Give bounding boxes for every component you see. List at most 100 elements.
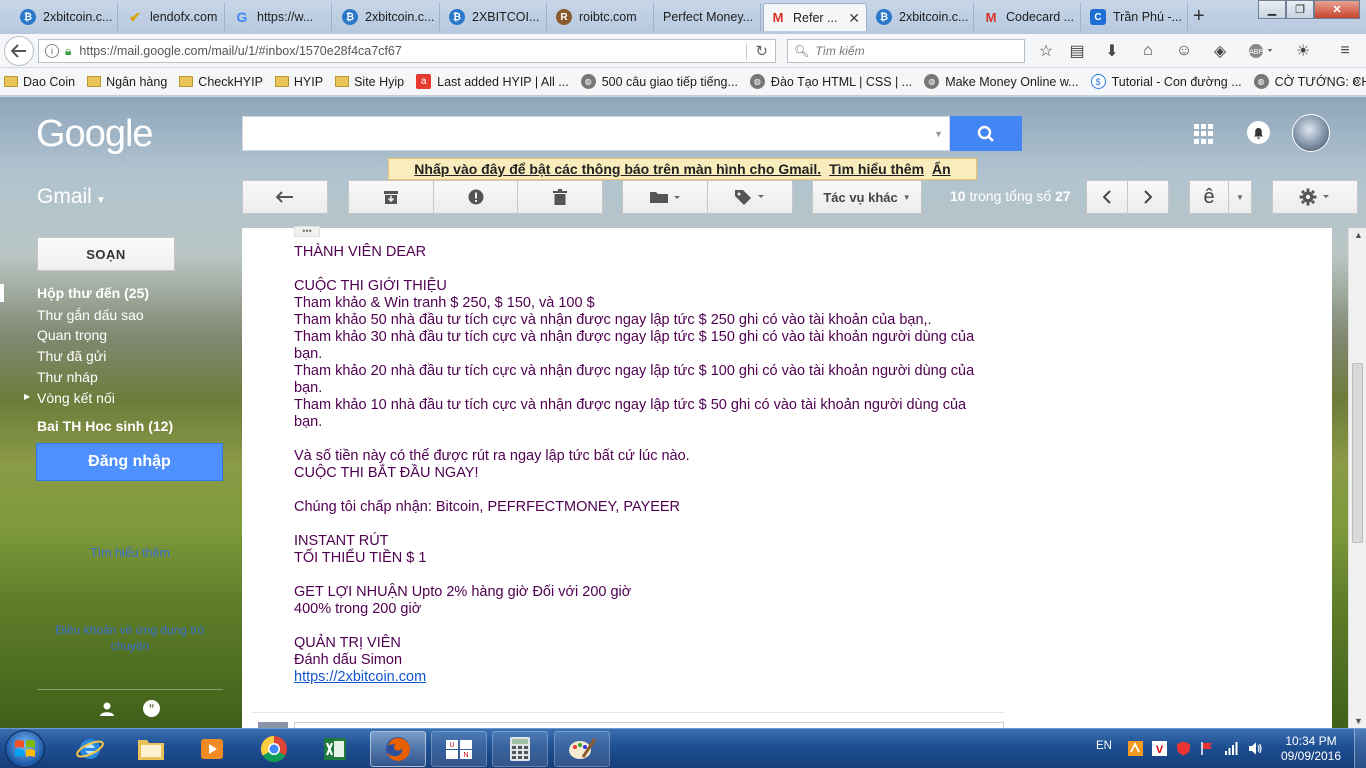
sidebar-item-important[interactable]: Quan trọng: [37, 327, 107, 343]
tray-app-icon[interactable]: [1128, 741, 1143, 756]
report-spam-button[interactable]: [433, 180, 518, 214]
more-actions-button[interactable]: Tác vụ khác ▼: [812, 180, 922, 214]
contacts-person-icon[interactable]: [99, 701, 115, 717]
site-link[interactable]: https://2xbitcoin.com: [294, 669, 426, 685]
bookmark-link[interactable]: ◍CỜ TƯỚNG: CHUYÊN ...: [1253, 74, 1366, 89]
account-avatar[interactable]: [1292, 114, 1330, 152]
google-logo[interactable]: Google: [36, 113, 154, 156]
chrome-task[interactable]: [246, 731, 302, 767]
chat-icon[interactable]: ☺: [1175, 42, 1193, 60]
back-to-inbox-button[interactable]: [242, 180, 328, 214]
browser-tab[interactable]: C Trần Phú -...: [1084, 3, 1188, 31]
apps-grid-icon[interactable]: [1194, 124, 1214, 144]
media-player-task[interactable]: [184, 731, 240, 767]
sidebar-item-drafts[interactable]: Thư nháp: [37, 369, 98, 385]
browser-tab[interactable]: R roibtc.com: [550, 3, 654, 31]
firefox-task[interactable]: [370, 731, 426, 767]
move-to-button[interactable]: [622, 180, 708, 214]
home-icon[interactable]: ⌂: [1139, 42, 1157, 60]
browser-tab[interactable]: Perfect Money...: [657, 3, 761, 31]
archive-button[interactable]: [348, 180, 434, 214]
browser-tab[interactable]: G https://w...: [228, 3, 332, 31]
settings-button[interactable]: [1272, 180, 1358, 214]
bookmark-folder[interactable]: Site Hyip: [335, 75, 404, 89]
excel-task[interactable]: [307, 731, 363, 767]
browser-tab[interactable]: ₿ 2XBITCOI...: [443, 3, 547, 31]
network-signal-icon[interactable]: [1224, 741, 1239, 756]
security-shield-icon[interactable]: [1176, 741, 1191, 756]
close-tab-icon[interactable]: ✕: [848, 10, 860, 27]
hangouts-icon[interactable]: ”: [143, 700, 160, 717]
internet-explorer-task[interactable]: [62, 731, 118, 767]
browser-tab[interactable]: ₿ 2xbitcoin.c...: [14, 3, 118, 31]
language-indicator[interactable]: EN: [1096, 740, 1112, 752]
browser-search-input[interactable]: 🔍︎ Tìm kiếm: [787, 39, 1025, 63]
search-options-caret-icon[interactable]: ▼: [934, 129, 943, 139]
sidebar-item-sent[interactable]: Thư đã gửi: [37, 348, 106, 364]
new-tab-button[interactable]: +: [1193, 5, 1205, 28]
paint-task[interactable]: [554, 731, 610, 767]
bookmark-link[interactable]: a Last added HYIP | All ...: [416, 74, 569, 89]
unikey-tray-icon[interactable]: V: [1152, 741, 1167, 756]
newer-button[interactable]: [1086, 180, 1128, 214]
labels-button[interactable]: [707, 180, 793, 214]
sidebar-item-starred[interactable]: Thư gắn dấu sao: [37, 307, 144, 323]
url-bar[interactable]: i 🔒︎ https://mail.google.com/mail/u/1/#i…: [38, 39, 776, 63]
close-window-button[interactable]: ✕: [1314, 0, 1360, 19]
expand-arrow-icon[interactable]: ▶: [24, 392, 30, 401]
bookmark-folder[interactable]: Dao Coin: [4, 75, 75, 89]
input-tools-button[interactable]: ê: [1189, 180, 1229, 214]
enable-notifications-link[interactable]: Nhấp vào đây để bật các thông báo trên m…: [414, 161, 821, 177]
extension-icon[interactable]: ☀: [1294, 42, 1312, 60]
menu-icon[interactable]: ≡: [1336, 42, 1354, 60]
sidebar-item-label[interactable]: Bai TH Hoc sinh (12): [37, 418, 173, 434]
mail-search-input[interactable]: ▼: [242, 116, 950, 151]
volume-icon[interactable]: [1248, 741, 1263, 756]
browser-tab-active[interactable]: M Refer ... ✕: [763, 3, 867, 31]
system-clock[interactable]: 10:34 PM 09/09/2016: [1276, 734, 1346, 764]
sidebar-item-inbox[interactable]: Hộp thư đến (25): [37, 285, 149, 301]
bookmark-link[interactable]: ◍ 500 câu giao tiếp tiếng...: [580, 74, 738, 89]
maximize-button[interactable]: ❐: [1286, 0, 1314, 19]
bookmark-link[interactable]: ◍ Đào Tạo HTML | CSS | ...: [749, 74, 912, 89]
bookmarks-overflow-icon[interactable]: »: [1352, 72, 1360, 88]
browser-tab[interactable]: ₿ 2xbitcoin.c...: [336, 3, 440, 31]
browser-tab[interactable]: ₿ 2xbitcoin.c...: [870, 3, 974, 31]
browser-tab[interactable]: ✔ lendofx.com: [121, 3, 225, 31]
learn-more-link[interactable]: Tìm hiểu thêm: [36, 546, 224, 560]
download-icon[interactable]: ⬇: [1103, 42, 1121, 60]
hide-banner-link[interactable]: Ẩn: [932, 161, 951, 177]
unikey-task[interactable]: UN: [431, 731, 487, 767]
lock-icon[interactable]: 🔒︎: [65, 44, 71, 59]
minimize-button[interactable]: ▁: [1258, 0, 1286, 19]
scroll-up-icon[interactable]: ▲: [1354, 230, 1363, 240]
page-scrollbar[interactable]: ▲ ▼: [1348, 228, 1366, 728]
gmail-app-switcher[interactable]: Gmail ▼: [37, 185, 106, 209]
scroll-down-icon[interactable]: ▼: [1354, 716, 1363, 726]
show-desktop-button[interactable]: [1354, 729, 1366, 768]
notifications-bell-icon[interactable]: [1247, 121, 1270, 144]
learn-more-link[interactable]: Tìm hiểu thêm: [829, 161, 924, 177]
chat-terms-link[interactable]: Điều khoản về ứng dụng trò chuyện: [36, 622, 224, 654]
pocket-icon[interactable]: ◈: [1211, 42, 1229, 60]
mail-search-button[interactable]: [950, 116, 1022, 151]
bookmark-folder[interactable]: Ngân hàng: [87, 75, 167, 89]
browser-tab[interactable]: M Codecard ...: [977, 3, 1081, 31]
bookmark-folder[interactable]: HYIP: [274, 75, 323, 89]
adblock-icon[interactable]: ABP: [1247, 42, 1277, 60]
info-icon[interactable]: i: [45, 44, 59, 58]
start-button[interactable]: [5, 730, 45, 768]
flag-alert-icon[interactable]: [1200, 741, 1215, 756]
bookmark-link[interactable]: ◍ Make Money Online w...: [924, 74, 1079, 89]
compose-button[interactable]: SOẠN: [37, 237, 175, 271]
bookmark-link[interactable]: $ Tutorial - Con đường ...: [1090, 74, 1242, 89]
back-button[interactable]: [4, 36, 34, 66]
sign-in-button[interactable]: Đăng nhập: [36, 443, 223, 481]
input-tools-dropdown[interactable]: ▼: [1228, 180, 1252, 214]
delete-button[interactable]: [517, 180, 603, 214]
reading-list-icon[interactable]: ▤: [1068, 42, 1086, 60]
file-explorer-task[interactable]: [123, 731, 179, 767]
bookmark-star-icon[interactable]: ☆: [1037, 42, 1055, 60]
bookmark-folder[interactable]: CheckHYIP: [179, 75, 263, 89]
scroll-thumb[interactable]: [1352, 363, 1363, 543]
